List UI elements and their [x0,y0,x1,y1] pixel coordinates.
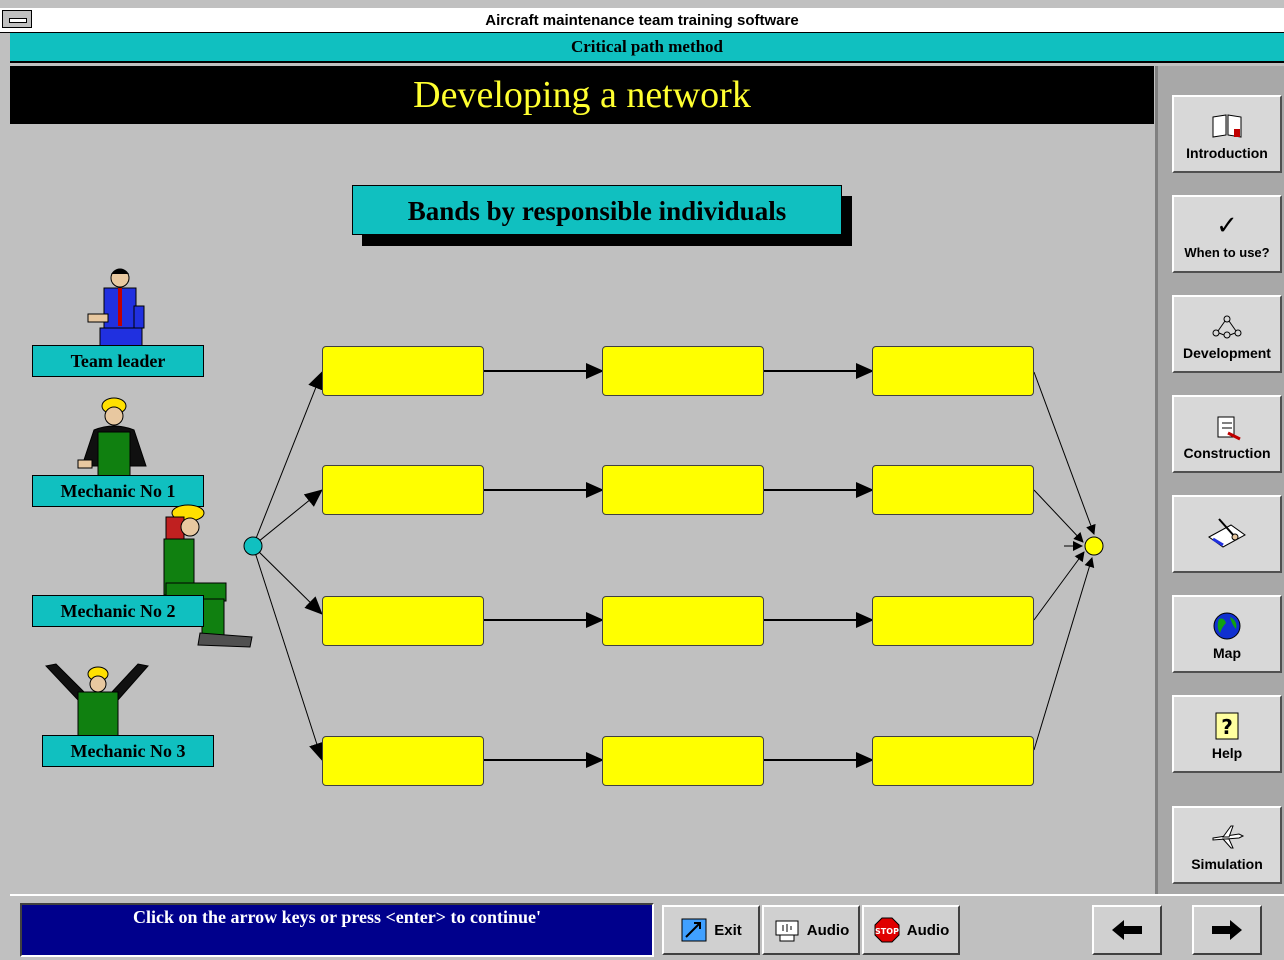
start-node [243,536,263,556]
stop-icon: STOP [873,917,901,943]
checkmark-icon: ✓ [1216,211,1238,241]
writing-icon [1174,515,1280,548]
nav-help-button[interactable]: ? Help [1172,695,1282,773]
airplane-icon [1174,822,1280,852]
activity-box [602,736,764,786]
end-node [1084,536,1104,556]
next-button[interactable] [1192,905,1262,955]
svg-text:STOP: STOP [875,927,899,936]
activity-box [872,465,1034,515]
stop-audio-button[interactable]: STOP Audio [862,905,960,955]
nav-construction-button[interactable]: Construction [1172,395,1282,473]
activity-box [872,596,1034,646]
globe-icon [1174,611,1280,641]
activity-box [602,346,764,396]
activity-box [322,596,484,646]
construction-icon [1174,411,1280,441]
status-message: Click on the arrow keys or press <enter>… [20,903,654,957]
network-icon [1174,311,1280,341]
help-icon: ? [1174,711,1280,741]
exit-button[interactable]: Exit [662,905,760,955]
arrow-left-icon [1112,920,1142,940]
activity-box [322,465,484,515]
book-icon [1174,111,1280,141]
previous-button[interactable] [1092,905,1162,955]
activity-box [602,596,764,646]
audio-button[interactable]: Audio [762,905,860,955]
nav-map-button[interactable]: Map [1172,595,1282,673]
activity-box [872,736,1034,786]
activity-box [322,736,484,786]
svg-text:?: ? [1221,715,1233,739]
nav-introduction-button[interactable]: Introduction [1172,95,1282,173]
nav-development-button[interactable]: Development [1172,295,1282,373]
nav-simulation-button[interactable]: Simulation [1172,806,1282,884]
nav-notes-button[interactable] [1172,495,1282,573]
arrow-right-icon [1212,920,1242,940]
activity-box [602,465,764,515]
audio-icon [773,917,801,943]
activity-box [322,346,484,396]
exit-icon [680,917,708,943]
nav-when-to-use-button[interactable]: ✓ When to use? [1172,195,1282,273]
activity-box [872,346,1034,396]
